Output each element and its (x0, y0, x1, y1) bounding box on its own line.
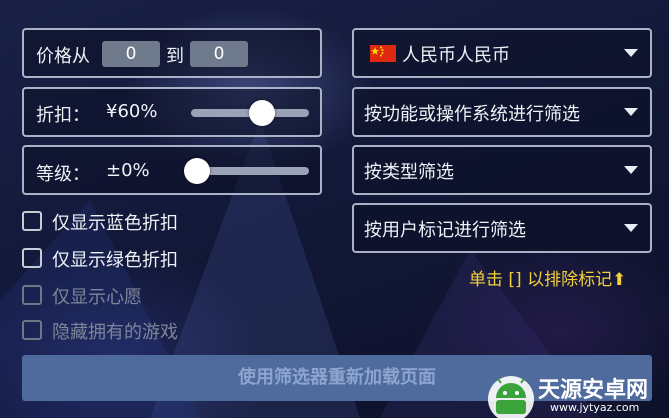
discount-value: ¥60% (106, 101, 158, 122)
checkbox-wishlist-label[interactable]: 仅显示心愿 (52, 283, 142, 309)
price-from-label: 价格从 (36, 46, 90, 67)
checkbox-blue-discount[interactable] (22, 211, 42, 231)
chevron-down-icon (624, 49, 638, 57)
checkbox-green-discount[interactable] (22, 248, 42, 268)
checkbox-hide-owned[interactable] (22, 320, 42, 340)
arrow-up-icon: ⬆ (612, 270, 627, 290)
user-tags-dropdown[interactable]: 按用户标记进行筛选 (352, 203, 652, 253)
watermark-url: www.jytyaz.com (550, 401, 640, 414)
rating-label: 等级： (36, 164, 90, 185)
exclude-tag-hint-text: 单击 [] 以排除标记 (469, 270, 613, 290)
checkbox-green-discount-label[interactable]: 仅显示绿色折扣 (52, 246, 178, 272)
chevron-down-icon (624, 224, 638, 232)
watermark-name: 天源安卓网 (538, 378, 649, 403)
exclude-tag-hint: 单击 [] 以排除标记⬆ (469, 265, 626, 290)
price-range-box: 价格从 0 到 0 (22, 28, 322, 78)
china-flag-icon (370, 45, 396, 62)
platform-dropdown[interactable]: 按功能或操作系统进行筛选 (352, 87, 652, 137)
type-dropdown[interactable]: 按类型筛选 (352, 145, 652, 195)
currency-dropdown[interactable]: 人民币人民币 (352, 28, 652, 78)
user-tags-dropdown-value: 按用户标记进行筛选 (364, 220, 526, 241)
price-to-label: 到 (166, 46, 184, 67)
rating-slider-box: 等级： ±0% (22, 145, 322, 195)
watermark: 天源安卓网 www.jytyaz.com (468, 364, 669, 418)
checkbox-blue-discount-label[interactable]: 仅显示蓝色折扣 (52, 209, 178, 235)
discount-slider-box: 折扣： ¥60% (22, 87, 322, 137)
rating-value: ±0% (106, 160, 150, 181)
rating-slider-knob[interactable] (183, 158, 210, 184)
price-from-input[interactable]: 0 (102, 41, 160, 67)
checkbox-hide-owned-label[interactable]: 隐藏拥有的游戏 (52, 318, 178, 344)
discount-label: 折扣： (36, 105, 90, 126)
chevron-down-icon (624, 166, 638, 174)
price-to-input[interactable]: 0 (190, 41, 248, 67)
checkbox-wishlist[interactable] (22, 285, 42, 305)
platform-dropdown-value: 按功能或操作系统进行筛选 (364, 104, 580, 125)
currency-dropdown-value: 人民币人民币 (402, 45, 510, 66)
discount-slider-knob[interactable] (248, 100, 275, 126)
chevron-down-icon (624, 108, 638, 116)
type-dropdown-value: 按类型筛选 (364, 162, 454, 183)
